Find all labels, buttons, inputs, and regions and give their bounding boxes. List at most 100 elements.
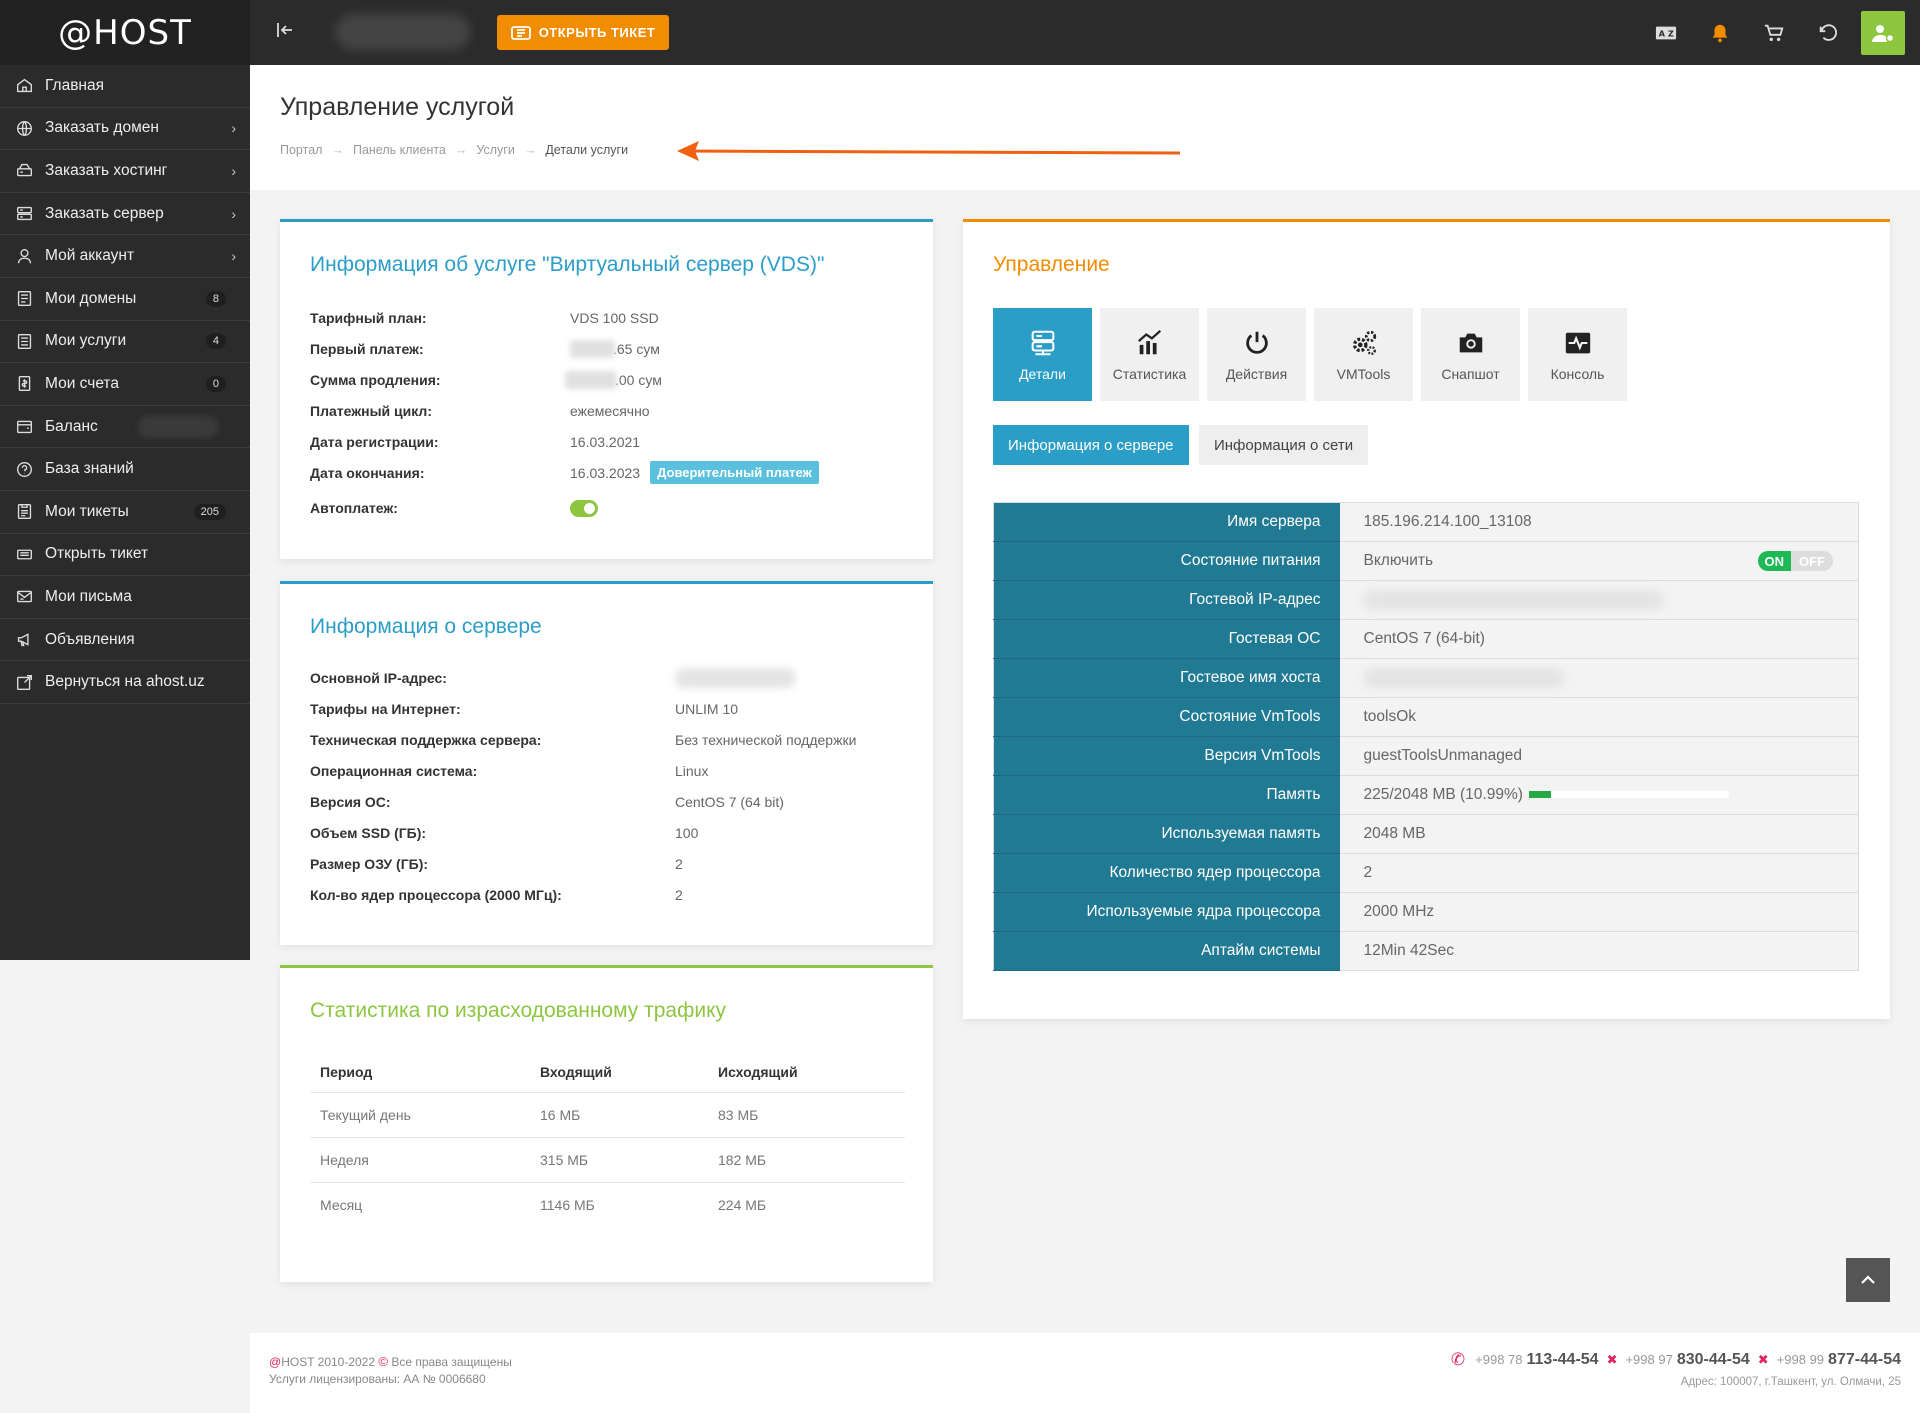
count-badge: 8 [205, 290, 226, 307]
row-value: ежемесячно [570, 402, 650, 419]
row-label: Дата регистрации: [310, 433, 439, 450]
operator-icon: ✖ [1757, 1352, 1769, 1367]
tool-tab-1[interactable]: Статистика [1100, 308, 1199, 401]
undo-icon[interactable] [1801, 0, 1855, 65]
sidebar-item-13[interactable]: Объявления [0, 619, 250, 662]
tool-tab-4[interactable]: Снапшот [1421, 308, 1520, 401]
phone-2[interactable]: +998 97 830-44-54 [1625, 1351, 1749, 1369]
detail-key: Гостевая ОС [993, 619, 1340, 659]
tool-tab-2[interactable]: Действия [1207, 308, 1306, 401]
server-info-card: Информация о сервере Основной IP-адрес: Т… [280, 581, 933, 945]
logo[interactable]: @HOST [0, 0, 250, 65]
sidebar-item-label: Мои домены [45, 289, 137, 307]
phone-3[interactable]: +998 99 877-44-54 [1777, 1351, 1901, 1369]
open-ticket-button[interactable]: ОТКРЫТЬ ТИКЕТ [497, 15, 669, 50]
table-row: Гостевой IP-адрес [993, 580, 1859, 620]
breadcrumb-services[interactable]: Услуги [476, 143, 514, 157]
copyright-icon: © [378, 1354, 388, 1369]
count-badge: 4 [205, 333, 226, 350]
sidebar-item-label: Объявления [45, 630, 135, 648]
invoice-icon [14, 374, 34, 394]
trust-payment-badge[interactable]: Доверительный платеж [650, 461, 819, 484]
breadcrumb-client-panel[interactable]: Панель клиента [353, 143, 446, 157]
sidebar-item-0[interactable]: Главная [0, 65, 250, 108]
tool-tab-label: Консоль [1550, 365, 1605, 382]
tool-tab-label: Статистика [1112, 365, 1187, 382]
sidebar-item-1[interactable]: Заказать домен › [0, 108, 250, 151]
service-row-end-date: Дата окончания: 16.03.2023 Доверительный… [310, 457, 900, 488]
sidebar-item-label: Баланс [45, 417, 98, 435]
blurred-amount [570, 339, 615, 358]
column-header: Входящий [530, 1052, 708, 1093]
sidebar-item-2[interactable]: Заказать хостинг › [0, 150, 250, 193]
sidebar-item-label: База знаний [45, 460, 134, 478]
breadcrumb-portal[interactable]: Портал [280, 143, 322, 157]
tab-server-info[interactable]: Информация о сервере [993, 425, 1189, 465]
sidebar-item-11[interactable]: Открыть тикет [0, 534, 250, 577]
power-toggle[interactable]: ON OFF [1757, 551, 1833, 571]
row-value: VDS 100 SSD [570, 309, 659, 326]
rights-text: Все права защищены [391, 1355, 512, 1369]
sidebar-item-8[interactable]: Баланс [0, 406, 250, 449]
server-info-row: Техническая поддержка сервера: Без технич… [310, 724, 910, 755]
sidebar-item-label: Мой аккаунт [45, 247, 135, 265]
server-details-icon [1031, 330, 1054, 355]
blurred-ip [675, 667, 795, 688]
service-row-reg-date: Дата регистрации: 16.03.2021 [310, 426, 900, 457]
row-value: CentOS 7 (64 bit) [675, 793, 784, 810]
translate-icon[interactable]: AZ [1639, 0, 1693, 65]
blurred-guest-ip [1363, 590, 1664, 610]
blurred-hostname [1363, 668, 1564, 688]
svg-text:Z: Z [1668, 28, 1674, 38]
collapse-sidebar-icon[interactable] [275, 20, 295, 46]
power-icon [1245, 331, 1268, 354]
sidebar-item-12[interactable]: Мои письма [0, 576, 250, 619]
tool-tab-5[interactable]: Консоль [1528, 308, 1627, 401]
detail-value-cell: 2000 MHz [1339, 892, 1859, 932]
sidebar-item-3[interactable]: Заказать сервер › [0, 193, 250, 236]
gears-icon [1352, 330, 1376, 355]
table-cell: 83 МБ [708, 1092, 905, 1138]
annotation-arrow-icon [677, 141, 1181, 161]
user-settings-button[interactable] [1861, 10, 1905, 55]
phone-1[interactable]: +998 78 113-44-54 [1475, 1351, 1598, 1369]
bell-icon[interactable] [1693, 0, 1747, 65]
open-ticket-label: ОТКРЫТЬ ТИКЕТ [538, 25, 656, 40]
sidebar-nav: Главная Заказать домен › Заказать хостинг › З… [0, 65, 250, 704]
tab-network-info[interactable]: Информация о сети [1198, 425, 1369, 465]
sidebar-item-label: Заказать сервер [45, 204, 164, 222]
row-label: Объем SSD (ГБ): [310, 824, 427, 841]
tool-tab-0[interactable]: Детали [993, 308, 1092, 401]
row-value: 2 [675, 886, 683, 903]
sidebar-item-7[interactable]: Мои счета 0 [0, 363, 250, 406]
row-label: Размер ОЗУ (ГБ): [310, 855, 429, 872]
sidebar-item-9[interactable]: База знаний [0, 448, 250, 491]
service-row-autopay: Автоплатеж: [310, 488, 900, 528]
tool-tab-3[interactable]: VMTools [1314, 308, 1413, 401]
sidebar-item-5[interactable]: Мои домены 8 [0, 278, 250, 321]
cart-icon[interactable] [1747, 0, 1801, 65]
detail-value: 12Min 42Sec [1363, 942, 1454, 959]
detail-value-cell: 12Min 42Sec [1339, 931, 1859, 971]
server-info-row: Объем SSD (ГБ): 100 [310, 817, 910, 848]
detail-value-cell [1339, 658, 1859, 698]
row-label: Версия ОС: [310, 793, 391, 810]
detail-key: Количество ядер процессора [993, 853, 1340, 893]
table-row: Текущий день 16 МБ 83 МБ [310, 1092, 905, 1138]
autopay-toggle[interactable] [570, 499, 598, 517]
traffic-card: Статистика по израсходованному трафику П… [280, 965, 933, 1282]
sidebar-item-6[interactable]: Мои услуги 4 [0, 321, 250, 364]
external-link-icon [14, 672, 34, 692]
user-icon [14, 246, 34, 266]
stats-chart-icon [1137, 329, 1161, 354]
sidebar-item-4[interactable]: Мой аккаунт › [0, 235, 250, 278]
service-info-card: Информация об услуге "Виртуальный сервер… [280, 219, 933, 559]
row-value: Linux [675, 762, 709, 779]
table-cell: 182 МБ [708, 1137, 905, 1183]
scroll-to-top-button[interactable] [1846, 1258, 1890, 1302]
table-row: Состояние VmTools toolsOk [993, 697, 1859, 737]
row-value: Без технической поддержки [675, 731, 857, 748]
sidebar-item-10[interactable]: Мои тикеты 205 [0, 491, 250, 534]
detail-key: Гостевой IP-адрес [993, 580, 1340, 620]
sidebar-item-14[interactable]: Вернуться на ahost.uz [0, 661, 250, 704]
